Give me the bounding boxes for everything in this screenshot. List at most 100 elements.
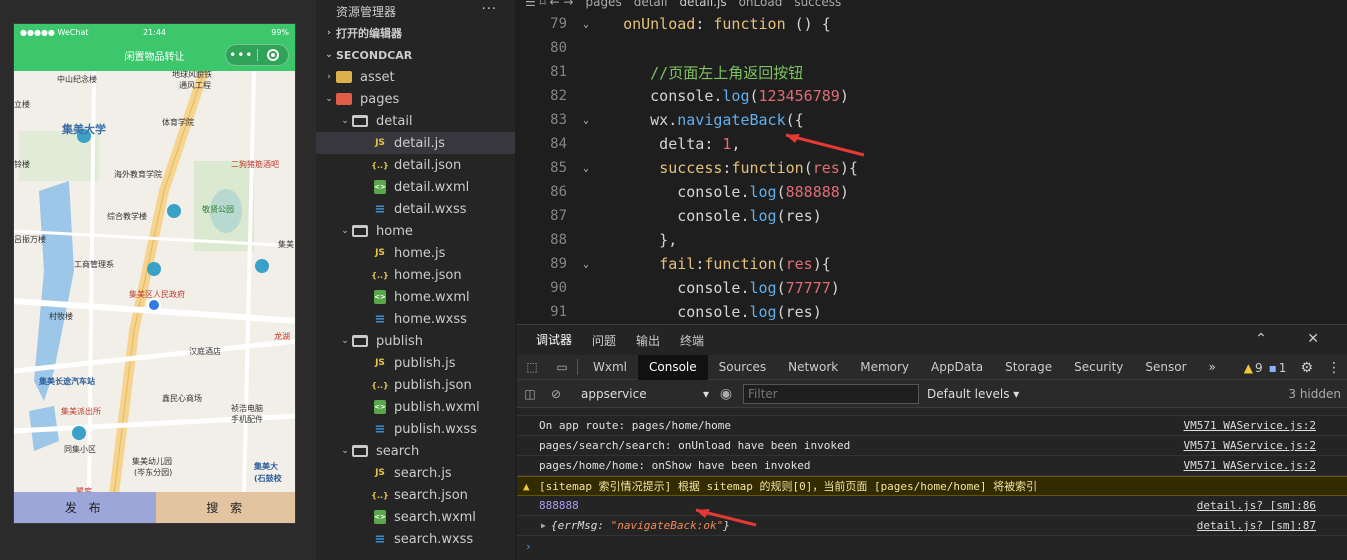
device-toggle-icon[interactable]: ▭ bbox=[547, 360, 577, 374]
tree-item-publish-json[interactable]: {..} publish.json bbox=[316, 374, 515, 396]
code-editor[interactable]: ☰ ⌑ ← → pages detail detail.js onLoad success… bbox=[517, 0, 1347, 324]
breadcrumb-item[interactable]: success bbox=[794, 0, 841, 9]
outline-menu-icon[interactable]: ☰ ⌑ ← → bbox=[525, 0, 573, 9]
map-label[interactable]: 集美大学 bbox=[62, 121, 106, 137]
source-link[interactable]: VM571 WAService.js:2 bbox=[1184, 439, 1316, 452]
tree-item-detail[interactable]: ⌄ detail bbox=[316, 110, 515, 132]
fold-chevron-icon[interactable]: ⌄ bbox=[567, 115, 605, 126]
source-link[interactable]: VM571 WAService.js:2 bbox=[1184, 459, 1316, 472]
console-log-row[interactable]: On app route: pages/home/home VM571 WASer… bbox=[517, 416, 1347, 436]
breadcrumb-item[interactable]: pages bbox=[585, 0, 621, 9]
map-label[interactable]: 集美大 bbox=[254, 461, 278, 472]
console-prompt[interactable]: › bbox=[517, 536, 1347, 556]
code-line[interactable]: 83 ⌄ wx.navigateBack({ bbox=[517, 108, 1347, 132]
tab-publish[interactable]: 发 布 bbox=[14, 492, 156, 523]
tree-item-home-wxml[interactable]: <> home.wxml bbox=[316, 286, 515, 308]
map-label[interactable]: 海外教育学院 bbox=[114, 169, 162, 180]
devtools-tab-network[interactable]: Network bbox=[777, 355, 849, 380]
devtools-tab-sensor[interactable]: Sensor bbox=[1134, 355, 1197, 380]
tree-item-publish-wxml[interactable]: <> publish.wxml bbox=[316, 396, 515, 418]
tree-item-publish-wxss[interactable]: ≡ publish.wxss bbox=[316, 418, 515, 440]
panel-tab[interactable]: 问题 bbox=[592, 325, 616, 356]
devtools-tab-memory[interactable]: Memory bbox=[849, 355, 920, 380]
code-line[interactable]: 79 ⌄ onUnload: function () { bbox=[517, 12, 1347, 36]
tree-item-home-js[interactable]: JS home.js bbox=[316, 242, 515, 264]
tree-item-home-json[interactable]: {..} home.json bbox=[316, 264, 515, 286]
source-link[interactable]: detail.js? [sm]:86 bbox=[1197, 499, 1316, 512]
clear-console-icon[interactable]: ⊘ bbox=[543, 387, 569, 401]
code-line[interactable]: 89 ⌄ fail:function(res){ bbox=[517, 252, 1347, 276]
console-log-row[interactable]: 888888 detail.js? [sm]:86 bbox=[517, 496, 1347, 516]
map-label[interactable]: 同集小区 bbox=[64, 444, 96, 455]
expand-triangle-icon[interactable]: ▶ bbox=[541, 521, 546, 530]
context-select[interactable]: appservice ▾ bbox=[577, 384, 713, 404]
map-label[interactable]: 集美派出所 bbox=[61, 406, 101, 417]
tree-item-home[interactable]: ⌄ home bbox=[316, 220, 515, 242]
fold-chevron-icon[interactable]: ⌄ bbox=[567, 19, 605, 30]
breadcrumb-item[interactable]: detail bbox=[634, 0, 668, 9]
map-label[interactable]: 祯浩电脑 bbox=[231, 403, 263, 414]
console-log-row[interactable]: ▶ {errMsg: "navigateBack:ok"} detail.js? [… bbox=[517, 516, 1347, 536]
map-label[interactable]: 中山纪念楼 bbox=[57, 74, 97, 85]
more-tabs-icon[interactable]: » bbox=[1198, 355, 1227, 380]
warning-count[interactable]: 9 bbox=[1255, 361, 1263, 375]
map-label[interactable]: 手机配件 bbox=[231, 414, 263, 425]
tree-item-detail-wxss[interactable]: ≡ detail.wxss bbox=[316, 198, 515, 220]
map-label[interactable]: 汉庭酒店 bbox=[189, 346, 221, 357]
map-label[interactable]: 立楼 bbox=[14, 99, 30, 110]
devtools-tab-storage[interactable]: Storage bbox=[994, 355, 1063, 380]
map-label[interactable]: 体育学院 bbox=[162, 117, 194, 128]
map-label[interactable]: 工商管理系 bbox=[74, 259, 114, 270]
map-label[interactable]: 敬贤公园 bbox=[202, 204, 234, 215]
source-link[interactable]: VM571 WAService.js:2 bbox=[1184, 419, 1316, 432]
code-line[interactable]: 80 bbox=[517, 36, 1347, 60]
tree-item-search-wxml[interactable]: <> search.wxml bbox=[316, 506, 515, 528]
source-link[interactable]: detail.js? [sm]:87 bbox=[1197, 519, 1316, 532]
code-line[interactable]: 91 console.log(res) bbox=[517, 300, 1347, 324]
tree-item-search-js[interactable]: JS search.js bbox=[316, 462, 515, 484]
more-menu-icon[interactable]: ⋮ bbox=[1327, 360, 1341, 376]
map-label[interactable]: 综合教学楼 bbox=[107, 211, 147, 222]
map-label[interactable]: 通风工程 bbox=[179, 80, 211, 91]
info-count[interactable]: 1 bbox=[1279, 361, 1287, 375]
inspect-element-icon[interactable]: ⬚ bbox=[517, 360, 547, 374]
devtools-tab-wxml[interactable]: Wxml bbox=[582, 355, 638, 380]
capsule-menu[interactable]: ••• bbox=[225, 44, 289, 66]
map-view[interactable]: 中山纪念楼 地球风貌铁 通风工程 立楼 集美大学 体育学院 二狗猪筋酒吧 铃楼 海外教育学院 综合… bbox=[14, 71, 295, 494]
console-log-row[interactable]: pages/search/search: onUnload have been … bbox=[517, 436, 1347, 456]
map-label[interactable]: 二狗猪筋酒吧 bbox=[231, 159, 279, 170]
panel-tab[interactable]: 终端 bbox=[680, 325, 704, 356]
map-label[interactable]: 集美长途汽车站 bbox=[39, 376, 95, 387]
map-label[interactable]: (岑东分园) bbox=[134, 467, 172, 478]
devtools-tab-security[interactable]: Security bbox=[1063, 355, 1134, 380]
console-output[interactable]: On app route: pages/home/home VM571 WASer… bbox=[517, 408, 1347, 560]
open-editors-section[interactable]: › 打开的编辑器 bbox=[316, 22, 515, 44]
tree-item-detail-json[interactable]: {..} detail.json bbox=[316, 154, 515, 176]
tree-item-home-wxss[interactable]: ≡ home.wxss bbox=[316, 308, 515, 330]
panel-tab[interactable]: 调试器 bbox=[536, 325, 573, 356]
map-label[interactable]: 鑫民心商场 bbox=[162, 393, 202, 404]
fold-chevron-icon[interactable]: ⌄ bbox=[567, 259, 605, 270]
code-line[interactable]: 88 }, bbox=[517, 228, 1347, 252]
more-dots-icon[interactable]: ••• bbox=[226, 45, 257, 65]
tree-item-asset[interactable]: › asset bbox=[316, 66, 515, 88]
live-expression-eye-icon[interactable]: ◉ bbox=[713, 386, 739, 402]
map-label[interactable]: (石鼓校 bbox=[254, 473, 282, 484]
tree-item-publish[interactable]: ⌄ publish bbox=[316, 330, 515, 352]
settings-gear-icon[interactable]: ⚙ bbox=[1300, 360, 1313, 376]
devtools-tab-sources[interactable]: Sources bbox=[708, 355, 777, 380]
devtools-tab-appdata[interactable]: AppData bbox=[920, 355, 994, 380]
console-log-row[interactable]: pages/home/home: onShow have been invoke… bbox=[517, 456, 1347, 476]
code-line[interactable]: 82 console.log(123456789) bbox=[517, 84, 1347, 108]
tree-item-detail-js[interactable]: JS detail.js bbox=[316, 132, 515, 154]
code-line[interactable]: 84 delta: 1, bbox=[517, 132, 1347, 156]
tree-item-publish-js[interactable]: JS publish.js bbox=[316, 352, 515, 374]
map-label[interactable]: 集美幼儿园 bbox=[132, 456, 172, 467]
tree-item-detail-wxml[interactable]: <> detail.wxml bbox=[316, 176, 515, 198]
tree-item-search[interactable]: ⌄ search bbox=[316, 440, 515, 462]
tab-search[interactable]: 搜 索 bbox=[155, 492, 295, 523]
map-label[interactable]: 地球风貌铁 bbox=[172, 71, 212, 80]
project-section[interactable]: ⌄ SECONDCAR bbox=[316, 44, 515, 66]
fold-chevron-icon[interactable]: ⌄ bbox=[567, 163, 605, 174]
panel-tab[interactable]: 输出 bbox=[636, 325, 660, 356]
